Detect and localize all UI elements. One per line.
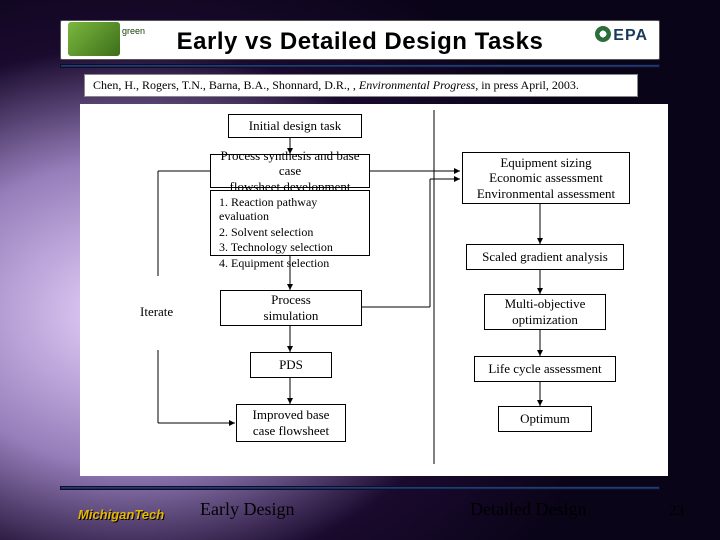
michigan-tech-logo: MichiganTech <box>78 507 164 522</box>
page-number: 23 <box>669 503 684 520</box>
detailed-design-label: Detailed Design <box>470 499 586 520</box>
node-optimum: Optimum <box>498 406 592 432</box>
early-design-label: Early Design <box>200 499 294 520</box>
flowchart: Initial design task Process synthesis an… <box>80 104 668 476</box>
green-engineering-logo <box>68 22 120 56</box>
epa-flower-icon <box>595 26 611 42</box>
epa-logo: EPA <box>595 26 648 45</box>
node-process-simulation: Process simulation <box>220 290 362 326</box>
node-life-cycle: Life cycle assessment <box>474 356 616 382</box>
node-scaled-gradient: Scaled gradient analysis <box>466 244 624 270</box>
node-equipment-assessment: Equipment sizing Economic assessment Env… <box>462 152 630 204</box>
node-pds: PDS <box>250 352 332 378</box>
iterate-label: Iterate <box>140 304 173 320</box>
node-improved-flowsheet: Improved base case flowsheet <box>236 404 346 442</box>
node-process-synthesis: Process synthesis and base case flowshee… <box>210 154 370 188</box>
citation: Chen, H., Rogers, T.N., Barna, B.A., Sho… <box>84 74 638 97</box>
node-initial-design: Initial design task <box>228 114 362 138</box>
node-multi-objective: Multi-objective optimization <box>484 294 606 330</box>
node-synthesis-list: 1. Reaction pathway evaluation 2. Solven… <box>210 190 370 256</box>
